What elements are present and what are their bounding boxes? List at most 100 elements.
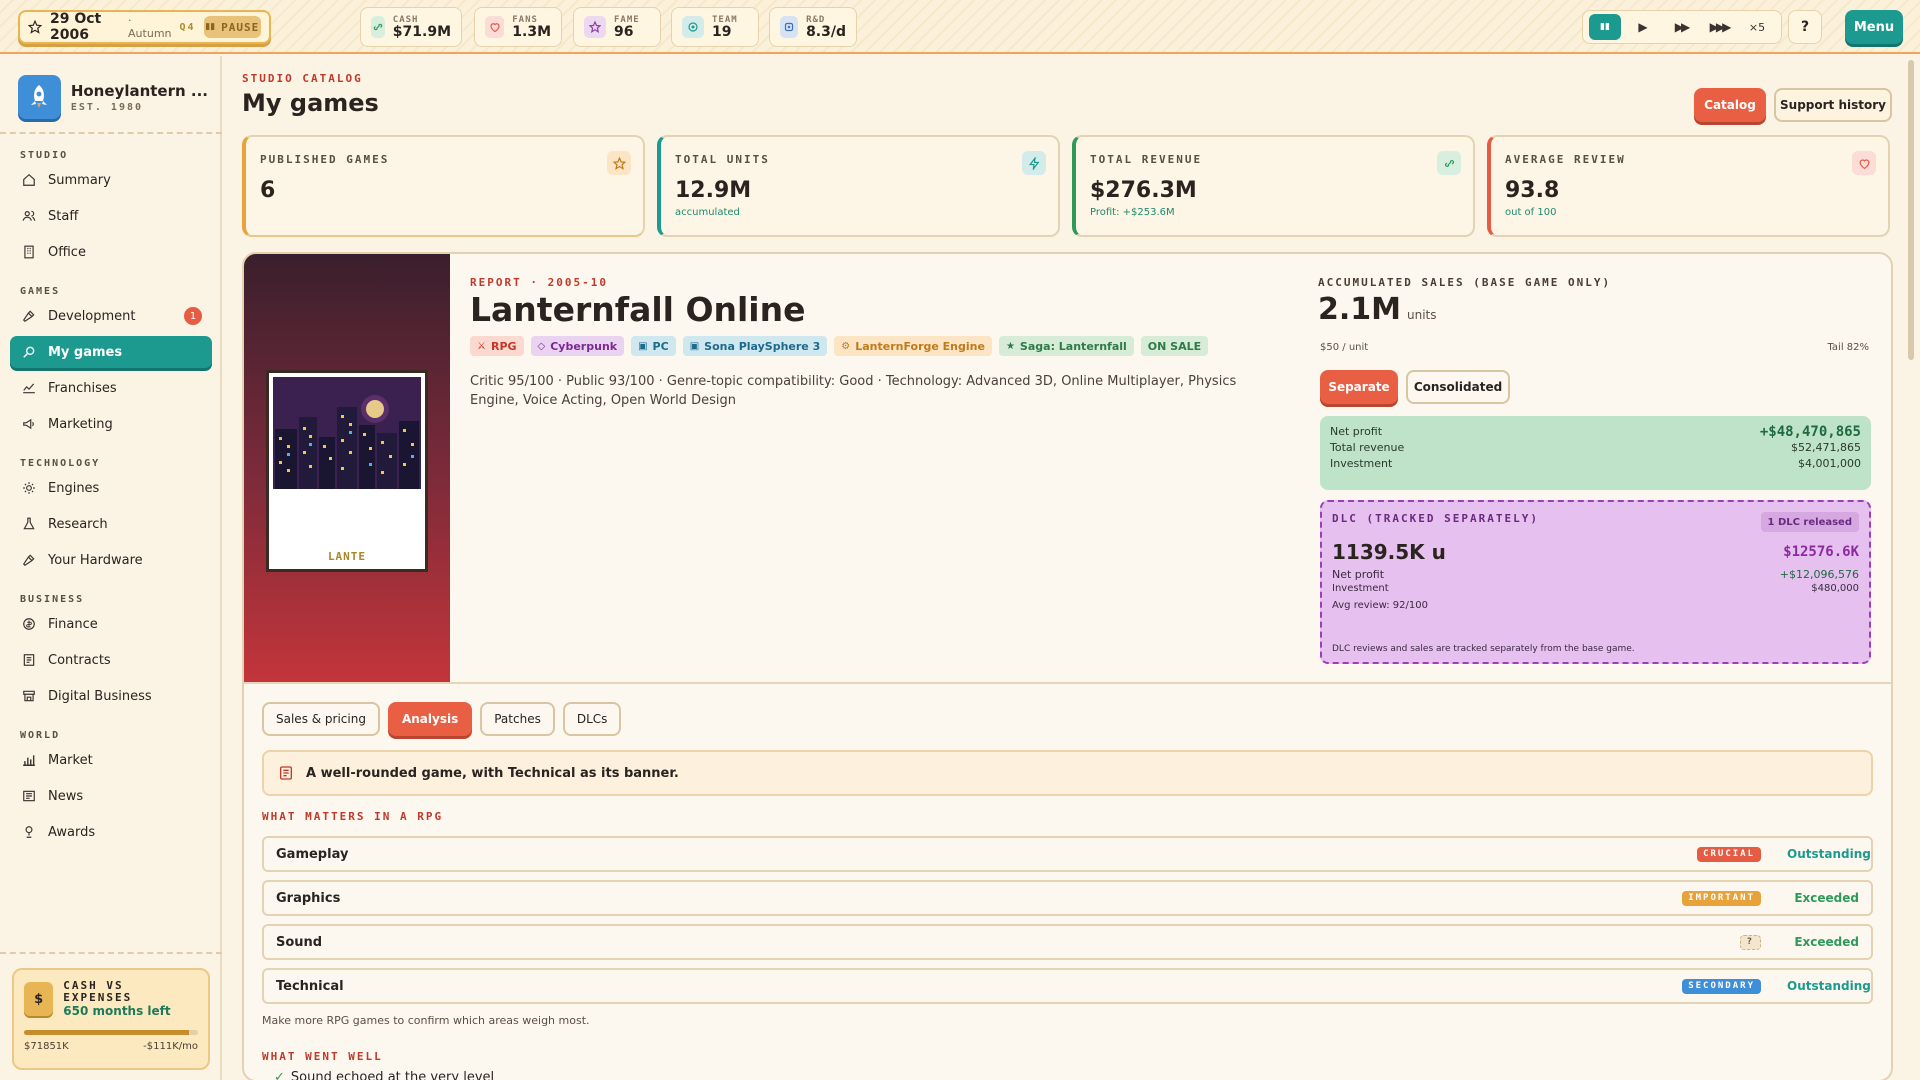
stat-fans[interactable]: FANS 1.3M [474,7,562,47]
document-icon [22,653,36,667]
stat-value: 8.3/d [806,23,846,40]
pause-speed-button[interactable]: ▮▮ [1589,14,1621,40]
sidebar-item-label: News [48,788,84,804]
menu-button[interactable]: Menu [1845,10,1903,44]
game-description: Critic 95/100 · Public 93/100 · Genre-to… [470,374,1237,408]
sidebar-item-my-games[interactable]: My games [10,336,212,368]
sidebar-divider [0,952,222,954]
months-left: 650 months left [63,1004,171,1018]
sidebar-item-marketing[interactable]: Marketing [10,408,212,440]
cover-title: LANTE [327,550,367,563]
trophy-icon [22,825,36,839]
sidebar-item-label: Awards [48,824,96,840]
dlc-revenue: $12576.6K [1783,544,1859,560]
stat-fame[interactable]: FAME 96 [573,7,661,47]
studio-card[interactable]: Honeylantern ... EST. 1980 [18,72,208,122]
sidebar-item-finance[interactable]: Finance [10,608,212,640]
cash-vs-expenses-card[interactable]: $ CASH VS EXPENSES 650 months left $7185… [12,968,210,1070]
heart-icon [485,16,505,38]
pause-icon: ▮▮ [205,22,216,32]
sidebar-item-awards[interactable]: Awards [10,816,212,848]
net-profit-label: Net profit [1330,425,1383,438]
tab-dlcs[interactable]: DLCs [562,702,622,736]
play-button[interactable]: ▶ [1627,14,1659,40]
kpi-value: 6 [260,178,276,203]
sidebar-item-digital-business[interactable]: Digital Business [10,680,212,712]
notification-badge: 1 [184,307,202,325]
sidebar-item-summary[interactable]: Summary [10,164,212,196]
game-tag-label: RPG [490,339,517,353]
store-icon [22,689,36,703]
factor-name: Technical [276,978,344,994]
kpi-label: AVERAGE REVIEW [1505,153,1626,166]
gamepad-icon: ▣ [689,340,700,352]
kpi-published-games: PUBLISHED GAMES 6 [242,135,645,237]
stat-value: 19 [712,23,732,40]
sidebar-item-your-hardware[interactable]: Your Hardware [10,544,212,576]
sidebar-item-label: Finance [48,616,98,632]
page-title: My games [242,89,379,117]
game-tag-label: PC [652,339,669,353]
section-games: GAMES [20,286,61,297]
sidebar-item-engines[interactable]: Engines [10,472,212,504]
tab-sales-pricing[interactable]: Sales & pricing [262,702,380,736]
sidebar-item-label: Staff [48,208,79,224]
sidebar-item-research[interactable]: Research [10,508,212,540]
tabs-divider [244,682,1891,684]
dlc-note: DLC reviews and sales are tracked separa… [1332,644,1635,654]
tab-patches[interactable]: Patches [480,702,555,736]
kpi-sub: accumulated [675,207,740,218]
game-tag-label: Cyberpunk [550,339,618,353]
sidebar-item-news[interactable]: News [10,780,212,812]
sidebar-item-label: Research [48,516,108,532]
stat-label: FANS [512,14,538,25]
sidebar-item-market[interactable]: Market [10,744,212,776]
pause-button[interactable]: ▮▮ PAUSE [203,16,261,38]
pause-label: PAUSE [221,20,260,34]
sidebar-item-franchises[interactable]: Franchises [10,372,212,404]
stat-label: CASH [392,14,419,25]
monthly-expense: -$111K/mo [143,1041,198,1052]
separate-toggle[interactable]: Separate [1320,370,1398,404]
price-per-unit: $50 / unit [1320,342,1369,353]
sidebar-item-label: Your Hardware [48,552,143,568]
game-tag: ◇ Cyberpunk [530,336,625,356]
help-button[interactable]: ? [1788,10,1822,44]
game-tag-label: Saga: Lanternfall [1019,339,1127,353]
kpi-value: $276.3M [1090,178,1197,203]
megaphone-icon [22,417,36,431]
support-history-button[interactable]: Support history [1774,88,1892,122]
sidebar-item-label: Digital Business [48,688,152,704]
page-scrollbar[interactable] [1908,60,1914,360]
stat-rnd[interactable]: R&D 8.3/d [769,7,857,47]
factor-name: Gameplay [276,846,349,862]
kpi-total-revenue: TOTAL REVENUE $276.3M Profit: +$253.6M [1072,135,1475,237]
fastest-button[interactable]: ▶▶▶ [1703,14,1735,40]
net-profit-value: +$48,470,865 [1759,424,1861,440]
game-tag: ⚙ LanternForge Engine [834,336,992,356]
kpi-total-units: TOTAL UNITS 12.9M accumulated [657,135,1060,237]
section-technology: TECHNOLOGY [20,458,101,469]
factor-row: Gameplay CRUCIAL Outstanding [262,836,1873,872]
sales-label: ACCUMULATED SALES (BASE GAME ONLY) [1318,276,1612,289]
sales-value: 2.1M [1318,292,1401,327]
consolidated-toggle[interactable]: Consolidated [1406,370,1510,404]
analysis-summary: A well-rounded game, with Technical as i… [306,765,679,781]
sidebar-item-development[interactable]: Development 1 [10,300,212,332]
factor-row: Sound ? Exceeded [262,924,1873,960]
stat-label: TEAM [712,14,738,25]
catalog-button[interactable]: Catalog [1694,88,1766,122]
investment-value: $4,001,000 [1798,457,1861,470]
game-detail-panel: LANTE REPORT · 2005-10 Lanternfall Onlin… [242,252,1893,1080]
sidebar-item-contracts[interactable]: Contracts [10,644,212,676]
stat-cash[interactable]: CASH $71.9M [360,7,462,47]
speed-multiplier[interactable]: ×5 [1741,14,1773,40]
factor-name: Graphics [276,890,341,906]
analysis-banner: A well-rounded game, with Technical as i… [262,750,1873,796]
investment-label: Investment [1330,457,1393,470]
tab-analysis[interactable]: Analysis [387,702,473,736]
fast-forward-button[interactable]: ▶▶ [1665,14,1697,40]
sidebar-item-office[interactable]: Office [10,236,212,268]
stat-team[interactable]: TEAM 19 [671,7,759,47]
sidebar-item-staff[interactable]: Staff [10,200,212,232]
